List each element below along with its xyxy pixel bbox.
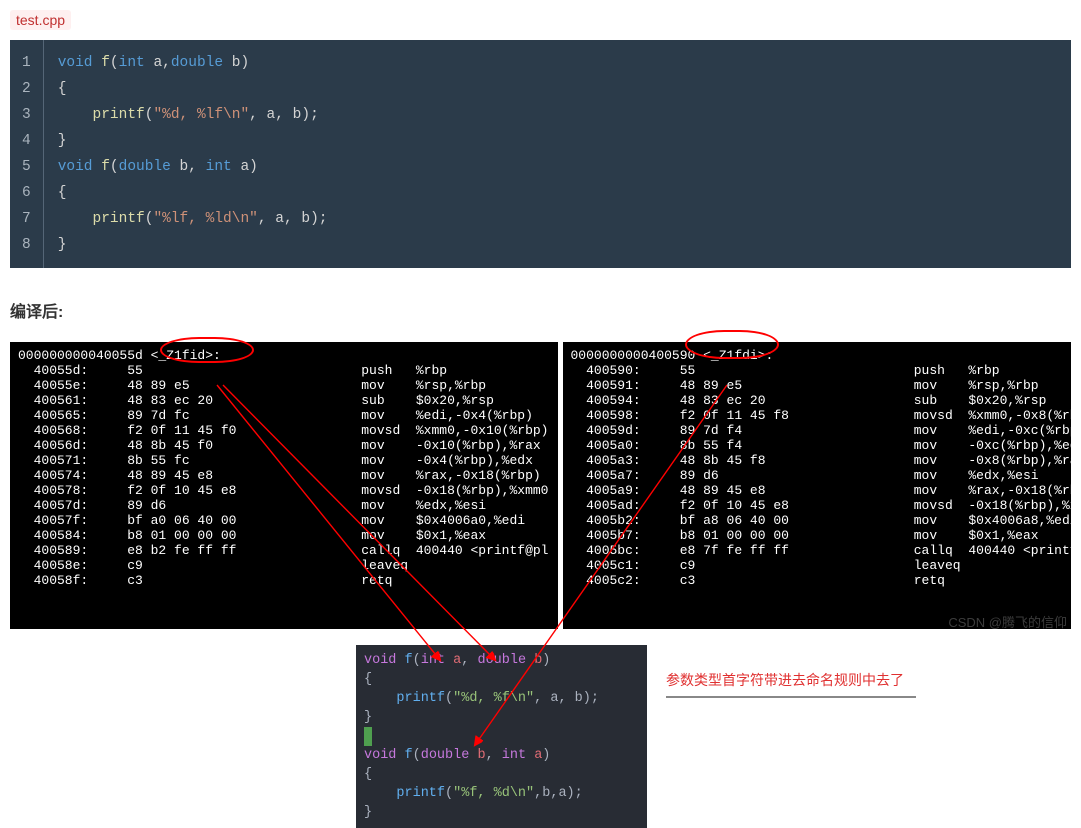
asm-panel-right: 0000000000400590 <_Z1fdi>: 400590: 55 pu… — [563, 342, 1072, 629]
assembly-row: 000000000040055d <_Z1fid>: 40055d: 55 pu… — [10, 342, 1071, 629]
code-line: void f(int a,double b) — [44, 50, 342, 76]
source-code-block: 1 2 3 4 5 6 7 8 void f(int a,double b) {… — [10, 40, 1071, 268]
ln: 2 — [10, 76, 43, 102]
code-line: printf("%d, %lf\n", a, b); — [44, 102, 342, 128]
code-line: printf("%lf, %ld\n", a, b); — [44, 206, 342, 232]
watermark: CSDN @腾飞的信仰 — [948, 612, 1067, 631]
ln: 7 — [10, 206, 43, 232]
code-line: } — [44, 232, 342, 258]
asm-panel-left: 000000000040055d <_Z1fid>: 40055d: 55 pu… — [10, 342, 558, 629]
code-line: } — [44, 128, 342, 154]
line-number-gutter: 1 2 3 4 5 6 7 8 — [10, 40, 44, 268]
ln: 1 — [10, 50, 43, 76]
ln: 3 — [10, 102, 43, 128]
filename-tag: test.cpp — [10, 10, 71, 30]
section-title: 编译后: — [10, 298, 1071, 322]
code-line: { — [44, 180, 342, 206]
code-lines: void f(int a,double b) { printf("%d, %lf… — [44, 40, 342, 268]
snippet-code-block: void f(int a, double b) { printf("%d, %f… — [356, 645, 647, 828]
code-line: { — [44, 76, 342, 102]
code-line: void f(double b, int a) — [44, 154, 342, 180]
ln: 6 — [10, 180, 43, 206]
annotation-note: 参数类型首字符带进去命名规则中去了 — [666, 670, 916, 698]
ln: 4 — [10, 128, 43, 154]
ln: 8 — [10, 232, 43, 258]
ln: 5 — [10, 154, 43, 180]
